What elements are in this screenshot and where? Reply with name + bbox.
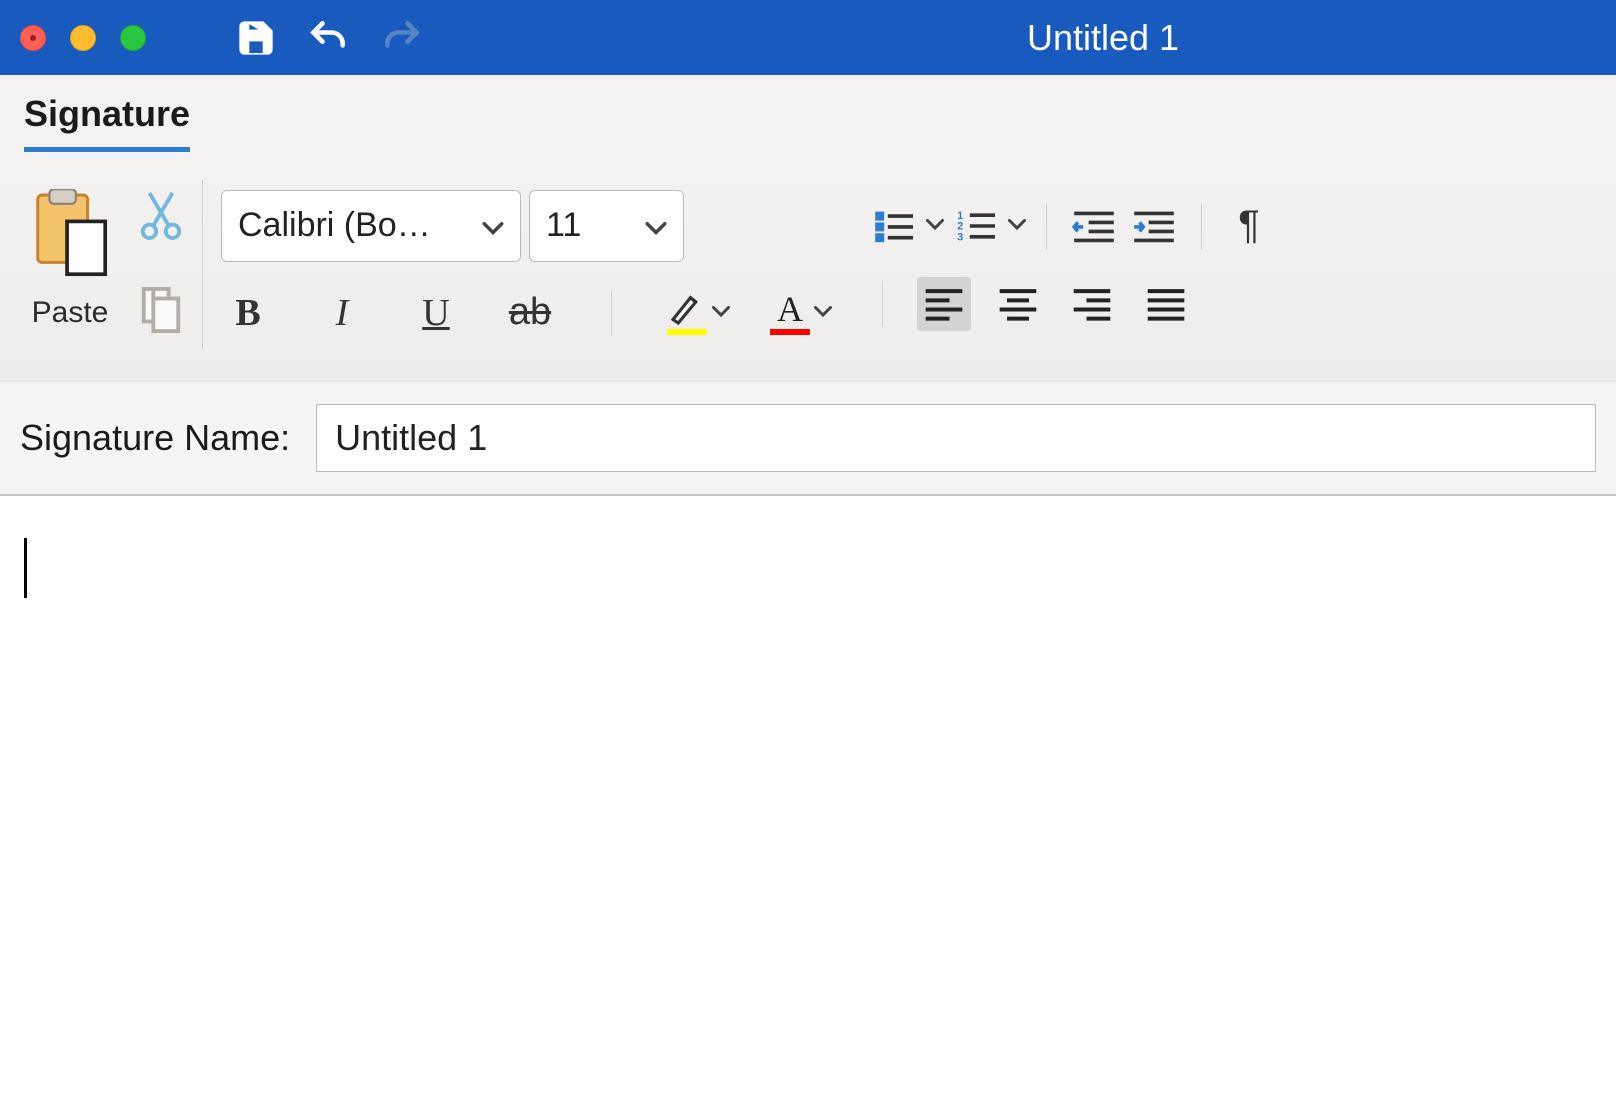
paste-button[interactable] xyxy=(26,189,114,294)
align-justify-button[interactable] xyxy=(1139,277,1193,331)
close-window-button[interactable] xyxy=(20,25,46,51)
tab-signature[interactable]: Signature xyxy=(24,93,190,152)
ribbon: Paste xyxy=(0,152,1616,382)
font-name-combo[interactable]: Calibri (Bo… xyxy=(221,190,521,262)
save-button[interactable] xyxy=(236,18,276,58)
increase-indent-button[interactable] xyxy=(1127,199,1181,253)
title-bar: Untitled 1 xyxy=(0,0,1616,75)
numbered-list-button[interactable]: 1 2 3 xyxy=(950,199,1004,253)
maximize-window-button[interactable] xyxy=(120,25,146,51)
font-color-button[interactable]: A xyxy=(770,291,810,335)
highlight-color-button[interactable] xyxy=(666,291,708,335)
window-controls xyxy=(20,25,146,51)
highlight-color-dropdown[interactable] xyxy=(712,302,730,323)
cut-button[interactable] xyxy=(138,189,184,248)
paragraph-group: 1 2 3 xyxy=(850,172,1294,357)
underline-button[interactable]: U xyxy=(409,286,463,340)
paste-label: Paste xyxy=(32,296,109,330)
chevron-down-icon xyxy=(482,206,504,245)
divider xyxy=(1046,203,1047,249)
font-group: Calibri (Bo… 11 B I U ab xyxy=(203,172,850,357)
divider xyxy=(882,281,883,327)
highlight-color-swatch xyxy=(667,329,707,335)
signature-name-input[interactable] xyxy=(316,404,1596,472)
font-size-combo[interactable]: 11 xyxy=(529,190,684,262)
paragraph-marks-button[interactable]: ¶ xyxy=(1222,199,1276,253)
numbered-list-dropdown[interactable] xyxy=(1008,215,1026,236)
strikethrough-button[interactable]: ab xyxy=(503,286,557,340)
copy-button[interactable] xyxy=(138,284,184,341)
font-size-value: 11 xyxy=(546,206,627,245)
bullet-list-button[interactable] xyxy=(868,199,922,253)
divider xyxy=(611,290,612,336)
font-color-dropdown[interactable] xyxy=(814,302,832,323)
signature-name-label: Signature Name: xyxy=(20,417,290,459)
italic-button[interactable]: I xyxy=(315,286,369,340)
bullet-list-dropdown[interactable] xyxy=(926,215,944,236)
clipboard-group: Paste xyxy=(18,172,202,357)
window-title: Untitled 1 xyxy=(1027,17,1179,58)
minimize-window-button[interactable] xyxy=(70,25,96,51)
undo-button[interactable] xyxy=(306,16,350,60)
svg-text:3: 3 xyxy=(957,231,963,243)
font-name-value: Calibri (Bo… xyxy=(238,206,464,245)
align-center-button[interactable] xyxy=(991,277,1045,331)
decrease-indent-button[interactable] xyxy=(1067,199,1121,253)
ribbon-tab-bar: Signature xyxy=(0,75,1616,152)
signature-name-row: Signature Name: xyxy=(0,382,1616,496)
quick-access-toolbar xyxy=(236,16,424,60)
text-cursor xyxy=(24,538,27,598)
redo-button[interactable] xyxy=(380,16,424,60)
align-right-button[interactable] xyxy=(1065,277,1119,331)
chevron-down-icon xyxy=(645,206,667,245)
font-color-swatch xyxy=(770,329,810,335)
divider xyxy=(1201,203,1202,249)
signature-editor[interactable] xyxy=(0,496,1616,1096)
align-left-button[interactable] xyxy=(917,277,971,331)
bold-button[interactable]: B xyxy=(221,286,275,340)
